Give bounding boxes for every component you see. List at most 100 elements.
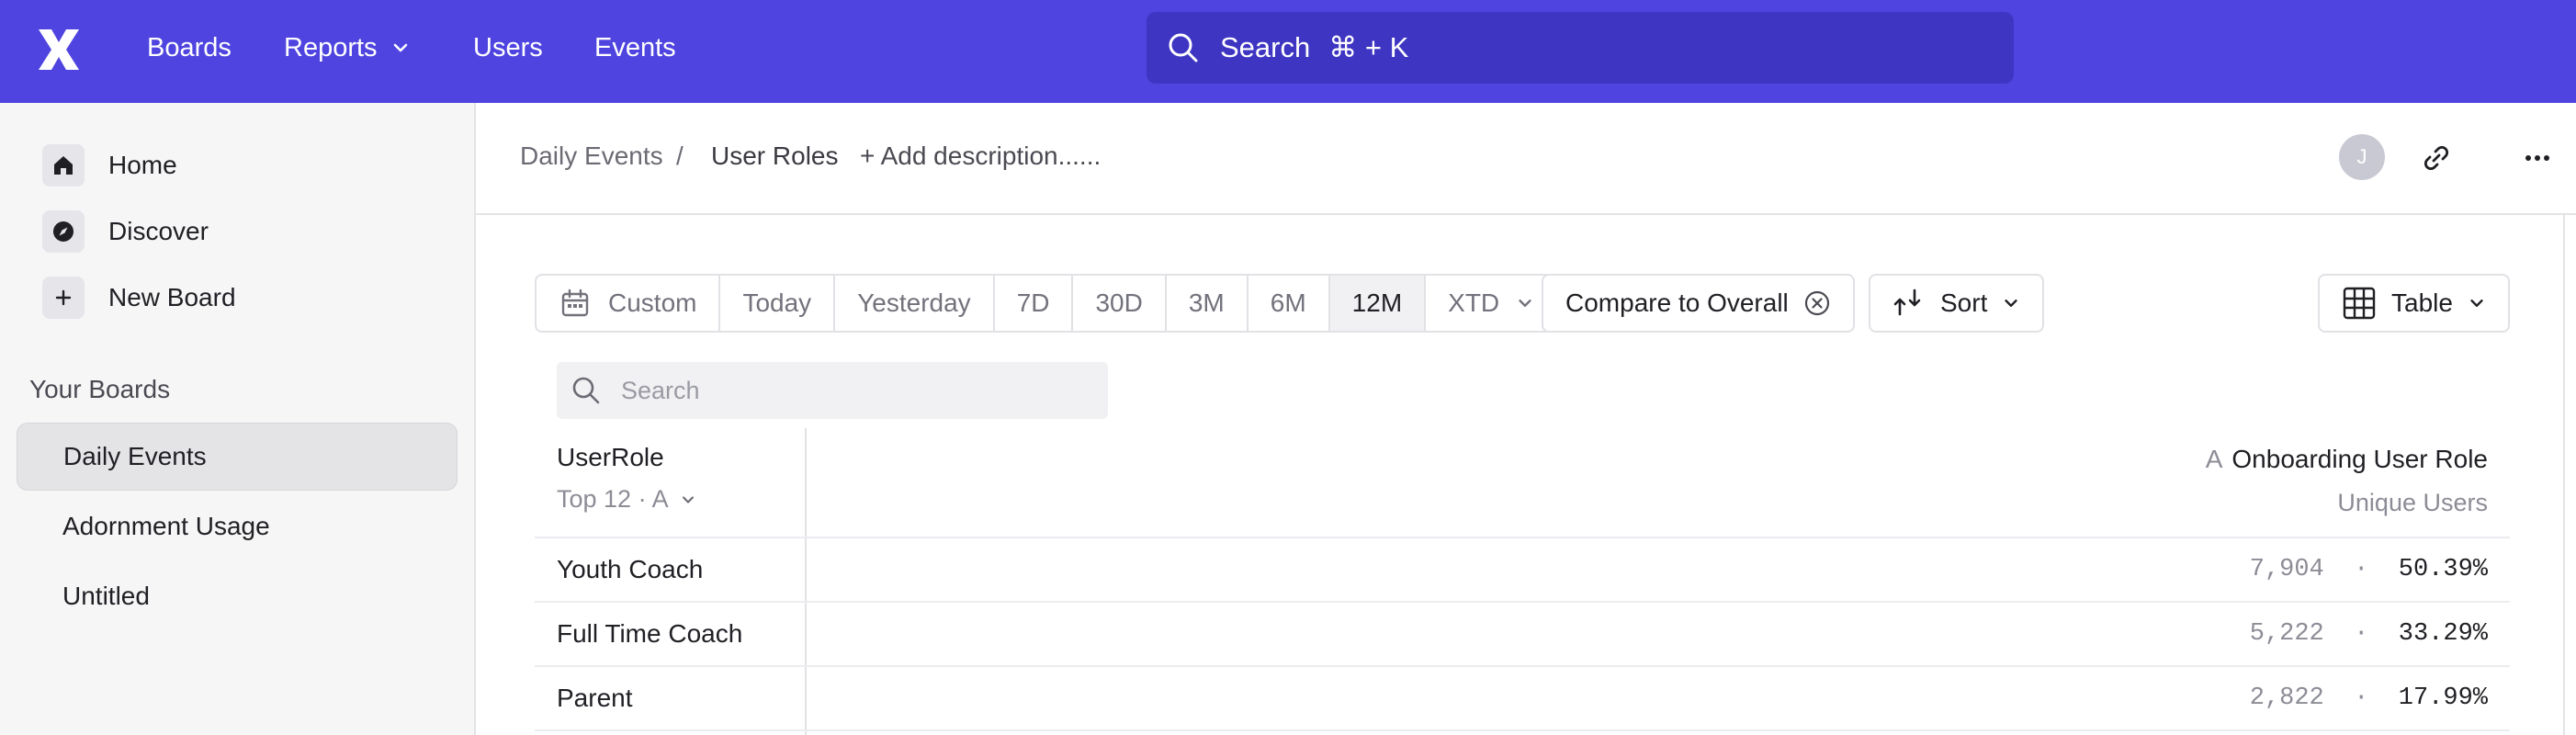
row-divider: [535, 537, 2510, 538]
board-untitled[interactable]: Untitled: [17, 562, 458, 630]
avatar[interactable]: J: [2339, 134, 2385, 180]
sidebar-item-new-board[interactable]: New Board: [42, 276, 236, 320]
search-icon: [1169, 33, 1198, 62]
metric-subtitle: Unique Users: [2337, 489, 2488, 516]
copy-link-icon[interactable]: [2416, 138, 2457, 178]
global-search[interactable]: Search ⌘ + K: [1147, 12, 2014, 84]
row-percent: 17.99%: [2398, 684, 2488, 712]
add-description-button[interactable]: + Add description......: [860, 141, 1101, 171]
chevron-down-icon: [393, 43, 407, 52]
range-yesterday[interactable]: Yesterday: [835, 276, 995, 331]
board-daily-events[interactable]: Daily Events: [17, 423, 458, 491]
chevron-down-icon: [2005, 300, 2017, 307]
nav-users-label: Users: [473, 33, 543, 62]
range-custom[interactable]: Custom: [537, 276, 721, 331]
table-row-value: 5,222 · 33.29%: [2250, 620, 2488, 648]
content-right-border: [2563, 215, 2565, 735]
date-range-selector: Custom Today Yesterday 7D 30D 3M 6M 12M …: [535, 274, 1559, 333]
range-12m[interactable]: 12M: [1329, 276, 1427, 331]
row-separator: ·: [2354, 684, 2369, 712]
plus-icon: [42, 277, 85, 319]
page-title[interactable]: User Roles: [711, 141, 838, 171]
range-30d[interactable]: 30D: [1073, 276, 1167, 331]
compass-icon: [42, 210, 85, 253]
nav-boards[interactable]: Boards: [147, 0, 232, 96]
calendar-icon: [561, 288, 589, 317]
table-row-label[interactable]: Youth Coach: [557, 555, 703, 584]
sort-button[interactable]: Sort: [1869, 274, 2045, 333]
chevron-down-icon: [2470, 300, 2483, 307]
sidebar: Home Discover New Board Your Boards Dail…: [0, 103, 476, 735]
board-adornment-usage[interactable]: Adornment Usage: [17, 492, 458, 560]
sidebar-item-label: New Board: [108, 283, 236, 311]
table-search-input[interactable]: Search: [557, 362, 1108, 419]
your-boards-heading: Your Boards: [29, 375, 171, 403]
home-icon: [42, 144, 85, 187]
nav-boards-label: Boards: [147, 33, 232, 62]
table-search-placeholder: Search: [621, 376, 700, 404]
range-xtd[interactable]: XTD: [1426, 276, 1556, 331]
nav-events-label: Events: [594, 33, 676, 62]
row-count: 7,904: [2249, 556, 2324, 583]
breadcrumb-separator: /: [676, 141, 684, 170]
search-shortcut: ⌘ + K: [1328, 31, 1409, 63]
range-label: Today: [742, 288, 812, 317]
metric-letter-badge: A: [2205, 445, 2223, 473]
column-divider: [805, 428, 807, 735]
row-separator: ·: [2354, 556, 2369, 583]
row-separator: ·: [2354, 620, 2369, 648]
row-percent: 33.29%: [2398, 620, 2488, 648]
search-label: Search: [1220, 31, 1311, 63]
sort-arrows-icon: [1893, 288, 1921, 316]
compare-to-overall-button[interactable]: Compare to Overall: [1542, 274, 1855, 333]
range-label: 30D: [1095, 288, 1143, 317]
range-6m[interactable]: 6M: [1248, 276, 1330, 331]
app-logo-icon[interactable]: [33, 24, 85, 75]
chevron-down-icon: [1519, 300, 1531, 307]
sort-label: Sort: [1940, 288, 1988, 317]
group-by-label: Top 12 · A: [557, 485, 669, 513]
nav-reports[interactable]: Reports: [284, 0, 411, 96]
close-circle-icon[interactable]: [1803, 289, 1831, 317]
row-divider: [535, 665, 2510, 667]
page-header: Daily Events / User Roles + Add descript…: [476, 103, 2576, 215]
table-row-value: 7,904 · 50.39%: [2250, 556, 2488, 583]
column-header-onboarding-user-role[interactable]: A Onboarding User Role: [2206, 445, 2488, 474]
table-row-label[interactable]: Full Time Coach: [557, 619, 742, 649]
range-label: 12M: [1351, 288, 1403, 317]
sidebar-item-label: Discover: [108, 217, 209, 245]
range-label: 6M: [1270, 288, 1306, 317]
nav-users[interactable]: Users: [473, 0, 543, 96]
top-navigation-bar: Boards Reports Users Events Search ⌘ + K: [0, 0, 2576, 103]
row-percent: 50.39%: [2398, 556, 2488, 583]
row-count: 5,222: [2249, 620, 2324, 648]
range-3m[interactable]: 3M: [1167, 276, 1248, 331]
range-7d[interactable]: 7D: [995, 276, 1074, 331]
nav-events[interactable]: Events: [594, 0, 676, 96]
breadcrumb-parent[interactable]: Daily Events: [520, 141, 663, 171]
row-divider: [535, 729, 2510, 731]
range-label: XTD: [1448, 288, 1500, 317]
metric-name: Onboarding User Role: [2231, 445, 2488, 473]
range-label: Custom: [608, 288, 697, 317]
group-by-dropdown[interactable]: Top 12 · A: [557, 485, 696, 514]
chevron-down-icon: [682, 495, 694, 503]
row-count: 2,822: [2249, 684, 2324, 712]
range-label: Yesterday: [857, 288, 971, 317]
sidebar-item-home[interactable]: Home: [42, 143, 177, 187]
range-today[interactable]: Today: [720, 276, 836, 331]
table-row-label[interactable]: Parent: [557, 684, 633, 713]
view-label: Table: [2391, 288, 2453, 317]
more-options-icon[interactable]: [2517, 138, 2558, 178]
nav-reports-label: Reports: [284, 33, 378, 62]
column-header-userrole[interactable]: UserRole: [557, 443, 664, 472]
sidebar-item-label: Home: [108, 151, 177, 179]
search-icon: [572, 377, 600, 404]
row-divider: [535, 601, 2510, 603]
view-type-button[interactable]: Table: [2318, 274, 2510, 333]
range-label: 7D: [1016, 288, 1050, 317]
compare-label: Compare to Overall: [1565, 288, 1789, 317]
table-row-value: 2,822 · 17.99%: [2250, 684, 2488, 712]
sidebar-item-discover[interactable]: Discover: [42, 209, 209, 254]
range-label: 3M: [1188, 288, 1225, 317]
